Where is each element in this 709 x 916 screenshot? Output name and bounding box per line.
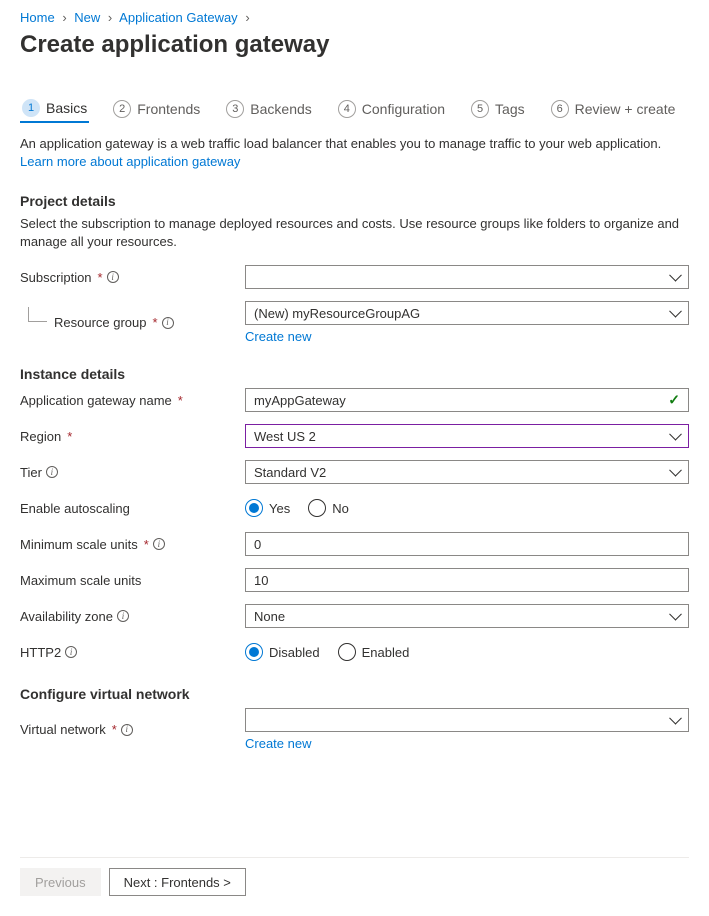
info-icon[interactable]: i (117, 610, 129, 622)
step-number: 3 (226, 100, 244, 118)
tab-label: Basics (46, 100, 87, 116)
required-mark: * (178, 393, 183, 408)
info-icon[interactable]: i (162, 317, 174, 329)
radio-icon (338, 643, 356, 661)
tab-tags[interactable]: 5 Tags (469, 95, 527, 123)
http2-disabled-radio[interactable]: Disabled (245, 643, 320, 661)
next-button[interactable]: Next : Frontends > (109, 868, 246, 896)
step-number: 5 (471, 100, 489, 118)
section-project-title: Project details (20, 193, 689, 209)
required-mark: * (153, 315, 158, 330)
info-icon[interactable]: i (153, 538, 165, 550)
region-label: Region (20, 429, 61, 444)
chevron-right-icon: › (108, 10, 112, 25)
resource-group-label: Resource group (54, 315, 147, 330)
step-number: 1 (22, 99, 40, 117)
intro-text: An application gateway is a web traffic … (20, 135, 689, 171)
info-icon[interactable]: i (107, 271, 119, 283)
subscription-label: Subscription (20, 270, 92, 285)
learn-more-link[interactable]: Learn more about application gateway (20, 154, 240, 169)
tab-label: Frontends (137, 101, 200, 117)
section-vnet-title: Configure virtual network (20, 686, 689, 702)
step-number: 4 (338, 100, 356, 118)
radio-icon (245, 499, 263, 517)
step-number: 6 (551, 100, 569, 118)
page-title: Create application gateway (20, 31, 689, 59)
info-icon[interactable]: i (65, 646, 77, 658)
radio-icon (245, 643, 263, 661)
tab-label: Backends (250, 101, 311, 117)
wizard-tabs: 1 Basics 2 Frontends 3 Backends 4 Config… (20, 95, 689, 123)
step-number: 2 (113, 100, 131, 118)
tab-review-create[interactable]: 6 Review + create (549, 95, 678, 123)
chevron-right-icon: › (245, 10, 249, 25)
tab-basics[interactable]: 1 Basics (20, 95, 89, 123)
previous-button: Previous (20, 868, 101, 896)
create-new-vnet-link[interactable]: Create new (245, 736, 311, 751)
info-icon[interactable]: i (46, 466, 58, 478)
vnet-label: Virtual network (20, 722, 106, 737)
tab-frontends[interactable]: 2 Frontends (111, 95, 202, 123)
virtual-network-select[interactable] (245, 708, 689, 732)
tab-label: Review + create (575, 101, 676, 117)
az-select[interactable]: None (245, 604, 689, 628)
breadcrumb: Home › New › Application Gateway › (20, 0, 689, 29)
chevron-right-icon: › (62, 10, 66, 25)
breadcrumb-home[interactable]: Home (20, 10, 55, 25)
tab-backends[interactable]: 3 Backends (224, 95, 313, 123)
tier-select[interactable]: Standard V2 (245, 460, 689, 484)
info-icon[interactable]: i (121, 724, 133, 736)
az-label: Availability zone (20, 609, 113, 624)
required-mark: * (144, 537, 149, 552)
wizard-footer: Previous Next : Frontends > (20, 857, 689, 896)
tab-label: Configuration (362, 101, 445, 117)
gateway-name-input[interactable]: myAppGateway (245, 388, 689, 412)
required-mark: * (67, 429, 72, 444)
breadcrumb-new[interactable]: New (74, 10, 100, 25)
tab-label: Tags (495, 101, 525, 117)
subscription-select[interactable] (245, 265, 689, 289)
required-mark: * (98, 270, 103, 285)
http2-label: HTTP2 (20, 645, 61, 660)
gateway-name-label: Application gateway name (20, 393, 172, 408)
min-units-label: Minimum scale units (20, 537, 138, 552)
section-project-desc: Select the subscription to manage deploy… (20, 215, 689, 251)
max-units-label: Maximum scale units (20, 573, 141, 588)
autoscaling-label: Enable autoscaling (20, 501, 130, 516)
min-units-input[interactable]: 0 (245, 532, 689, 556)
http2-enabled-radio[interactable]: Enabled (338, 643, 410, 661)
region-select[interactable]: West US 2 (245, 424, 689, 448)
tab-configuration[interactable]: 4 Configuration (336, 95, 447, 123)
max-units-input[interactable]: 10 (245, 568, 689, 592)
section-instance-title: Instance details (20, 366, 689, 382)
required-mark: * (112, 722, 117, 737)
autoscaling-no-radio[interactable]: No (308, 499, 349, 517)
tier-label: Tier (20, 465, 42, 480)
resource-group-select[interactable]: (New) myResourceGroupAG (245, 301, 689, 325)
radio-icon (308, 499, 326, 517)
breadcrumb-app-gateway[interactable]: Application Gateway (119, 10, 238, 25)
create-new-rg-link[interactable]: Create new (245, 329, 311, 344)
autoscaling-yes-radio[interactable]: Yes (245, 499, 290, 517)
